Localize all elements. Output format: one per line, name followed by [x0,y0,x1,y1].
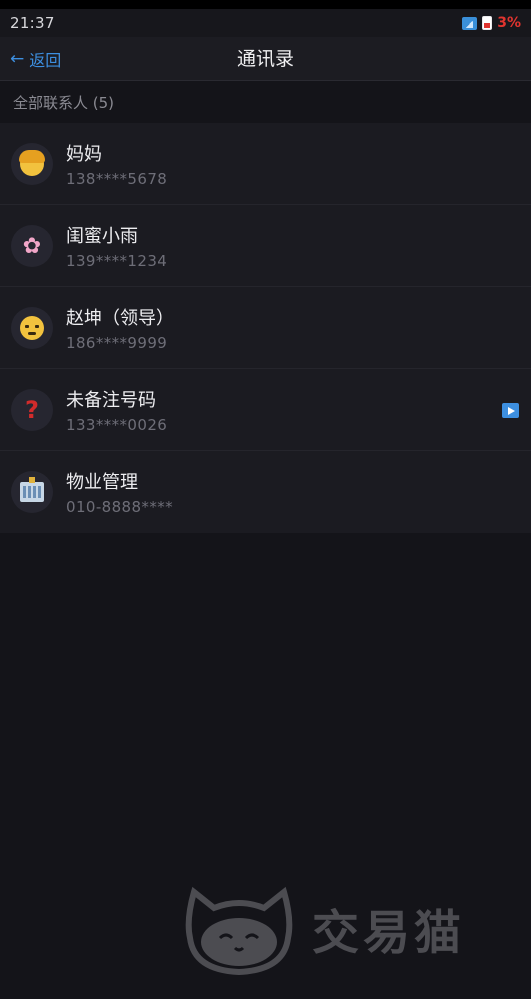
battery-percent: 3% [497,15,521,31]
contact-row-boss[interactable]: 赵坤（领导） 186****9999 [0,287,531,369]
section-header: 全部联系人 (5) [13,93,115,112]
contact-name: 妈妈 [66,144,102,165]
contact-name: 物业管理 [66,472,138,493]
contact-phone: 138****5678 [66,170,168,188]
top-strip [0,0,531,9]
contact-row-mom[interactable]: 妈妈 138****5678 [0,123,531,205]
contacts-screen: 21:37 3% ← 返回 通讯录 全部联系人 (5) 妈妈 138****56… [0,0,531,999]
nav-header: ← 返回 通讯录 [0,37,531,81]
contact-list: 妈妈 138****5678 ✿ 闺蜜小雨 139****1234 赵坤（领导）… [0,123,531,533]
watermark-text: 交易猫 [312,905,465,961]
page-title: 通讯录 [236,48,294,70]
contact-phone: 133****0026 [66,416,168,434]
contact-row-unknown[interactable]: ? 未备注号码 133****0026 [0,369,531,451]
contact-phone: 186****9999 [66,334,168,352]
contact-name: 闺蜜小雨 [66,226,138,247]
play-icon[interactable] [502,403,519,418]
contact-row-bestie[interactable]: ✿ 闺蜜小雨 139****1234 [0,205,531,287]
cat-logo-icon [185,886,293,976]
contact-name: 赵坤（领导） [66,308,174,329]
avatar [11,143,53,185]
building-icon [20,477,44,502]
woman-face-icon [19,150,45,176]
question-mark-icon: ? [25,396,39,424]
status-indicators: 3% [462,15,521,31]
signal-icon [462,16,478,30]
avatar: ✿ [11,225,53,267]
avatar [11,307,53,349]
contact-name: 未备注号码 [66,390,156,411]
status-time: 21:37 [10,14,55,32]
contact-phone: 139****1234 [66,252,168,270]
contact-phone: 010-8888**** [66,498,174,516]
status-bar: 21:37 3% [0,9,531,37]
battery-icon [482,16,493,30]
contact-row-property[interactable]: 物业管理 010-8888**** [0,451,531,533]
watermark: 交易猫 [180,880,465,976]
angry-face-icon [20,316,44,340]
cherry-blossom-icon: ✿ [22,233,42,259]
avatar: ? [11,389,53,431]
avatar [11,471,53,513]
